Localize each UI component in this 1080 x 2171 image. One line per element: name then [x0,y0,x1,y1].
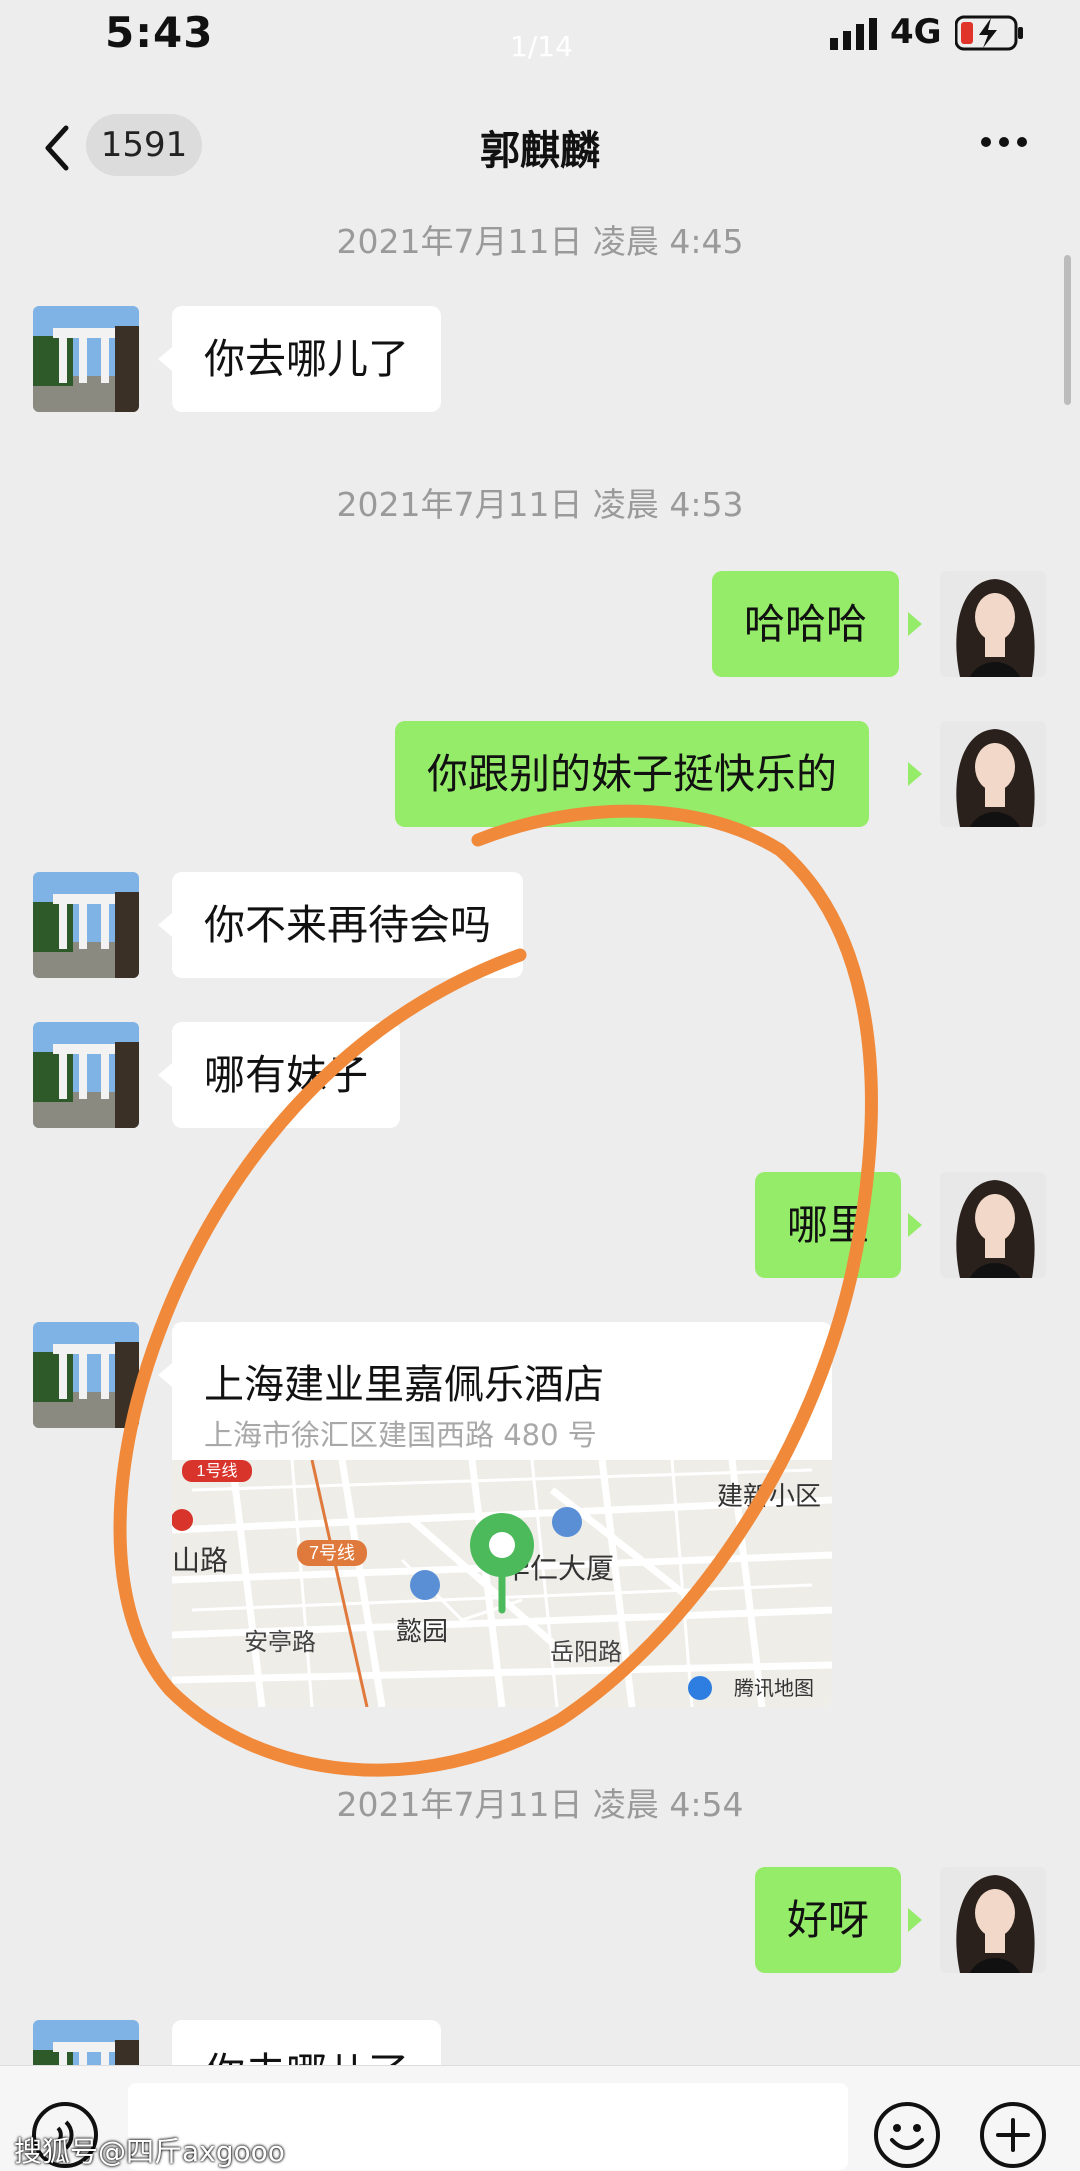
plus-icon[interactable] [978,2100,1048,2170]
watermark: 搜狐号@四斤axgooo [14,2135,285,2168]
emoji-icon[interactable] [872,2100,942,2170]
annotation-circle [113,804,878,1777]
